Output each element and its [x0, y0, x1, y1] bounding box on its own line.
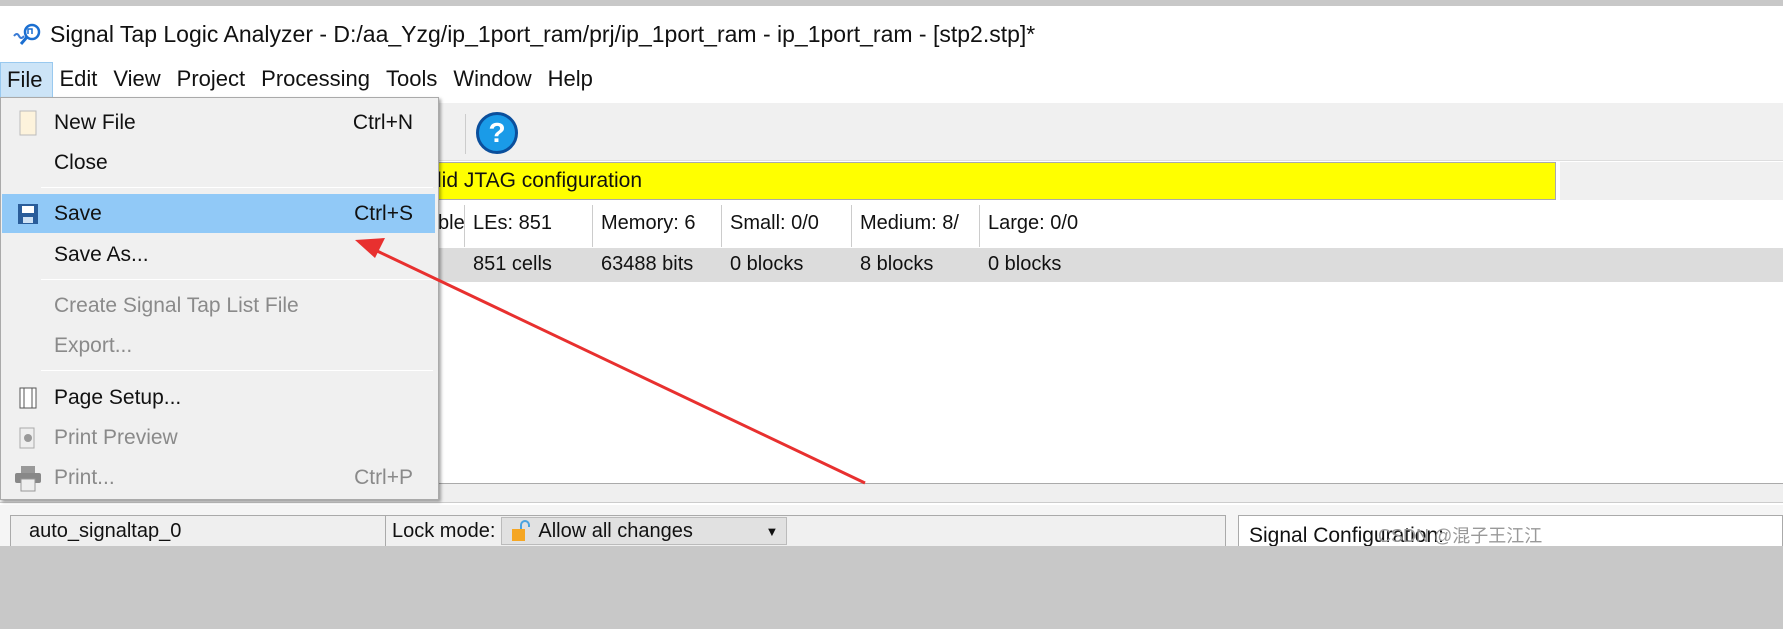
stat-header-medium: Medium: 8/ [852, 205, 980, 247]
menu-view[interactable]: View [107, 62, 170, 98]
help-icon[interactable]: ? [476, 112, 518, 154]
menu-window[interactable]: Window [447, 62, 541, 98]
signal-tap-app-icon [13, 23, 41, 45]
menu-file[interactable]: File [0, 62, 54, 98]
toolbar-separator [465, 114, 466, 154]
menu-tools[interactable]: Tools [380, 62, 447, 98]
stat-value-les: 851 cells [473, 253, 552, 275]
stat-header-large: Large: 0/0 [988, 212, 1079, 234]
lock-mode-value: Allow all changes [538, 519, 693, 542]
menu-bar: File Edit View Project Processing Tools … [0, 62, 603, 98]
menu-item-print[interactable]: Print... Ctrl+P [2, 458, 435, 497]
unlock-icon [512, 520, 531, 541]
print-preview-icon [2, 427, 54, 449]
menu-item-save-as[interactable]: Save As... [2, 235, 435, 274]
jtag-status-banner: lid JTAG configuration [430, 162, 1556, 200]
stat-header-memory: Memory: 6 [593, 205, 722, 247]
file-menu-dropdown: New File Ctrl+N Close Save Ctrl+S Save As.… [0, 97, 439, 500]
watermark: CSDN @混子王江江 [1378, 526, 1543, 546]
menu-help[interactable]: Help [542, 62, 603, 98]
lock-mode-area: Lock mode: Allow all changes ▼ [386, 515, 1226, 547]
save-icon [2, 203, 54, 225]
page-setup-icon [2, 387, 54, 409]
menu-edit[interactable]: Edit [53, 62, 107, 98]
window-title: Signal Tap Logic Analyzer - D:/aa_Yzg/ip… [50, 20, 1036, 47]
menu-separator [41, 370, 433, 371]
lock-mode-dropdown[interactable]: Allow all changes ▼ [501, 517, 788, 545]
printer-icon [2, 464, 54, 492]
menu-item-page-setup[interactable]: Page Setup... [2, 378, 435, 417]
menu-item-save[interactable]: Save Ctrl+S [2, 194, 435, 233]
menu-item-new-file[interactable]: New File Ctrl+N [2, 103, 435, 142]
stat-value-memory: 63488 bits [601, 253, 694, 275]
lock-mode-label: Lock mode: [392, 519, 496, 542]
menu-item-print-preview[interactable]: Print Preview [2, 418, 435, 457]
instance-name-cell[interactable]: auto_signaltap_0 [10, 515, 386, 547]
resource-value-row: 851 cells 63488 bits 0 blocks 8 blocks 0… [430, 248, 1783, 282]
banner-right-area [1560, 162, 1783, 200]
menu-separator [41, 279, 433, 280]
menu-item-export[interactable]: Export... [2, 326, 435, 365]
stat-value-large: 0 blocks [988, 253, 1062, 275]
resource-header-row: ble LEs: 851 Memory: 6 Small: 0/0 Medium… [430, 205, 1783, 247]
stat-value-medium: 8 blocks [860, 253, 934, 275]
new-file-icon [2, 110, 54, 136]
stat-header-small: Small: 0/0 [722, 205, 852, 247]
menu-processing[interactable]: Processing [255, 62, 380, 98]
window-top-border [0, 0, 1783, 6]
menu-item-close[interactable]: Close [2, 143, 435, 182]
stat-header-les: LEs: 851 [465, 205, 593, 247]
stat-value-small: 0 blocks [730, 253, 804, 275]
menu-item-create-list-file[interactable]: Create Signal Tap List File [2, 286, 435, 325]
chevron-down-icon: ▼ [765, 523, 779, 539]
menu-separator [41, 187, 433, 188]
window-bottom-border [0, 546, 1783, 629]
menu-project[interactable]: Project [171, 62, 255, 98]
title-bar: Signal Tap Logic Analyzer - D:/aa_Yzg/ip… [12, 14, 1035, 54]
